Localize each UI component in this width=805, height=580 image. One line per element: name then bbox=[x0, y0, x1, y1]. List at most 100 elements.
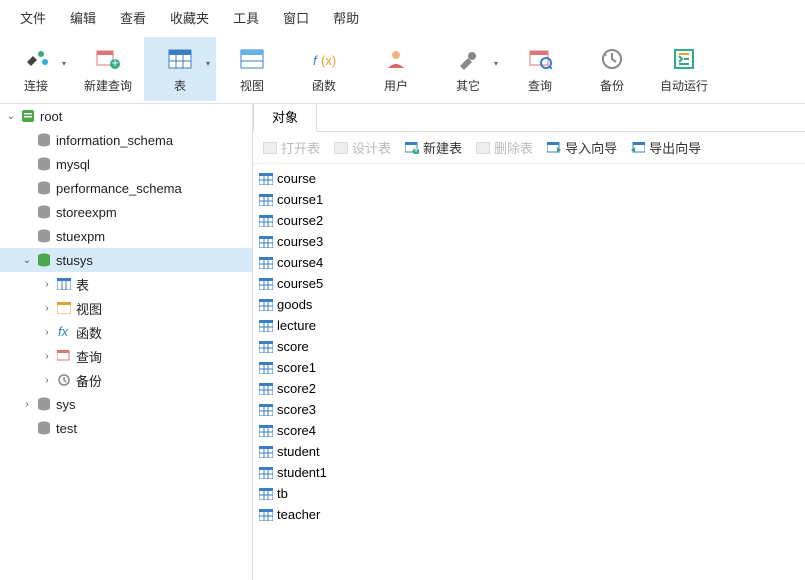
database-icon bbox=[34, 157, 54, 171]
chevron-right-icon[interactable]: › bbox=[40, 303, 54, 314]
tree-db-storeexpm[interactable]: storeexpm bbox=[0, 200, 252, 224]
table-item[interactable]: goods bbox=[259, 294, 799, 315]
tree-db-label: storeexpm bbox=[54, 205, 117, 220]
chevron-down-icon[interactable]: ⌄ bbox=[4, 111, 18, 122]
export-icon bbox=[631, 142, 645, 154]
autorun-button[interactable]: 自动运行 bbox=[648, 37, 720, 101]
tree-backups[interactable]: › 备份 bbox=[0, 368, 252, 392]
table-item[interactable]: tb bbox=[259, 483, 799, 504]
import-button[interactable]: 导入向导 bbox=[547, 138, 617, 157]
table-item[interactable]: score4 bbox=[259, 420, 799, 441]
table-item[interactable]: lecture bbox=[259, 315, 799, 336]
table-item[interactable]: score bbox=[259, 336, 799, 357]
menu-help[interactable]: 帮助 bbox=[321, 4, 371, 31]
main-panel: 对象 打开表 设计表 + 新建表 删除表 导入向导 bbox=[253, 104, 805, 580]
tree-db-stusys[interactable]: ⌄ stusys bbox=[0, 248, 252, 272]
connect-button[interactable]: ▾ 连接 bbox=[0, 37, 72, 101]
table-button[interactable]: ▾ 表 bbox=[144, 37, 216, 101]
chevron-right-icon[interactable]: › bbox=[40, 375, 54, 386]
tree-functions-label: 函数 bbox=[74, 323, 102, 342]
table-icon bbox=[259, 404, 273, 416]
view-button[interactable]: 视图 bbox=[216, 37, 288, 101]
wrench-icon bbox=[456, 45, 480, 73]
server-icon bbox=[18, 108, 38, 124]
table-icon bbox=[259, 194, 273, 206]
table-item[interactable]: score1 bbox=[259, 357, 799, 378]
other-button[interactable]: ▾ 其它 bbox=[432, 37, 504, 101]
view-icon bbox=[54, 302, 74, 314]
menu-file[interactable]: 文件 bbox=[8, 4, 58, 31]
database-icon bbox=[34, 397, 54, 411]
table-icon bbox=[259, 173, 273, 185]
tree-queries[interactable]: › 查询 bbox=[0, 344, 252, 368]
table-icon bbox=[259, 320, 273, 332]
tree-backups-label: 备份 bbox=[74, 371, 102, 390]
tree-db-test[interactable]: test bbox=[0, 416, 252, 440]
tab-object[interactable]: 对象 bbox=[253, 104, 317, 132]
tree-db-stuexpm[interactable]: stuexpm bbox=[0, 224, 252, 248]
user-button[interactable]: 用户 bbox=[360, 37, 432, 101]
menu-view[interactable]: 查看 bbox=[108, 4, 158, 31]
function-button[interactable]: f(x) 函数 bbox=[288, 37, 360, 101]
menu-edit[interactable]: 编辑 bbox=[58, 4, 108, 31]
tree-db-sys[interactable]: › sys bbox=[0, 392, 252, 416]
menu-window[interactable]: 窗口 bbox=[271, 4, 321, 31]
table-item-label: student1 bbox=[277, 465, 327, 480]
autorun-label: 自动运行 bbox=[660, 77, 708, 94]
table-item-label: score1 bbox=[277, 360, 316, 375]
export-button[interactable]: 导出向导 bbox=[631, 138, 701, 157]
sidebar: ⌄ root information_schema mysql performa… bbox=[0, 104, 253, 580]
new-table-icon: + bbox=[405, 142, 419, 154]
table-item[interactable]: course3 bbox=[259, 231, 799, 252]
table-item-label: course3 bbox=[277, 234, 323, 249]
table-item[interactable]: course5 bbox=[259, 273, 799, 294]
table-item[interactable]: teacher bbox=[259, 504, 799, 525]
tree-functions[interactable]: › fx 函数 bbox=[0, 320, 252, 344]
table-list: course course1 course2 course3 course4 c… bbox=[253, 164, 805, 529]
function-icon: fx bbox=[54, 325, 74, 339]
chevron-down-icon: ▾ bbox=[206, 59, 210, 68]
tree-db-information_schema[interactable]: information_schema bbox=[0, 128, 252, 152]
open-table-label: 打开表 bbox=[281, 138, 320, 157]
tree-tables[interactable]: › 表 bbox=[0, 272, 252, 296]
chevron-right-icon[interactable]: › bbox=[40, 351, 54, 362]
new-query-button[interactable]: + 新建查询 bbox=[72, 37, 144, 101]
action-bar: 打开表 设计表 + 新建表 删除表 导入向导 导出向导 bbox=[253, 132, 805, 164]
table-item[interactable]: course bbox=[259, 168, 799, 189]
table-item[interactable]: course1 bbox=[259, 189, 799, 210]
user-label: 用户 bbox=[384, 77, 408, 94]
tree-queries-label: 查询 bbox=[74, 347, 102, 366]
table-item[interactable]: course2 bbox=[259, 210, 799, 231]
table-item[interactable]: student1 bbox=[259, 462, 799, 483]
query-button[interactable]: 查询 bbox=[504, 37, 576, 101]
query-icon bbox=[54, 350, 74, 362]
database-icon bbox=[34, 133, 54, 147]
table-item[interactable]: course4 bbox=[259, 252, 799, 273]
table-item-label: course1 bbox=[277, 192, 323, 207]
menu-tools[interactable]: 工具 bbox=[221, 4, 271, 31]
open-table-button[interactable]: 打开表 bbox=[263, 138, 320, 157]
table-icon bbox=[168, 45, 192, 73]
backup-button[interactable]: 备份 bbox=[576, 37, 648, 101]
tree-views[interactable]: › 视图 bbox=[0, 296, 252, 320]
svg-text:+: + bbox=[412, 142, 419, 154]
menu-favorites[interactable]: 收藏夹 bbox=[158, 4, 221, 31]
chevron-right-icon[interactable]: › bbox=[40, 279, 54, 290]
tree-db-performance_schema[interactable]: performance_schema bbox=[0, 176, 252, 200]
tree-db-stusys-label: stusys bbox=[54, 253, 93, 268]
delete-table-button[interactable]: 删除表 bbox=[476, 138, 533, 157]
new-table-button[interactable]: + 新建表 bbox=[405, 138, 462, 157]
backup-icon bbox=[54, 373, 74, 387]
table-icon bbox=[259, 488, 273, 500]
design-table-button[interactable]: 设计表 bbox=[334, 138, 391, 157]
table-item[interactable]: score3 bbox=[259, 399, 799, 420]
tree-db-label: mysql bbox=[54, 157, 90, 172]
plug-icon bbox=[23, 45, 49, 73]
chevron-right-icon[interactable]: › bbox=[40, 327, 54, 338]
tree-root[interactable]: ⌄ root bbox=[0, 104, 252, 128]
chevron-down-icon[interactable]: ⌄ bbox=[20, 255, 34, 266]
table-item[interactable]: student bbox=[259, 441, 799, 462]
table-item[interactable]: score2 bbox=[259, 378, 799, 399]
tree-db-mysql[interactable]: mysql bbox=[0, 152, 252, 176]
chevron-right-icon[interactable]: › bbox=[20, 399, 34, 410]
